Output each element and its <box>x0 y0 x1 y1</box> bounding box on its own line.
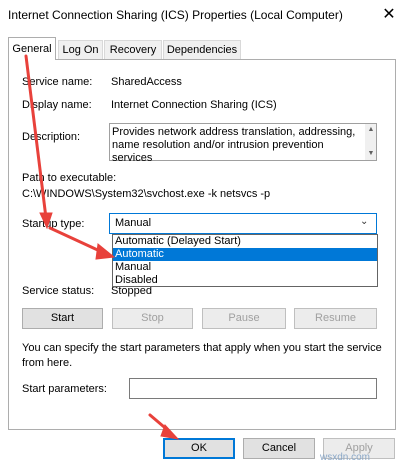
startup-type-value: Manual <box>115 217 152 229</box>
tab-dependencies[interactable]: Dependencies <box>163 40 241 59</box>
path-label: Path to executable: <box>22 172 117 184</box>
stop-button[interactable]: Stop <box>112 308 193 329</box>
display-name-value: Internet Connection Sharing (ICS) <box>111 99 277 111</box>
tab-general[interactable]: General <box>8 37 56 60</box>
scroll-down-icon[interactable]: ▼ <box>367 150 375 158</box>
tab-log-on[interactable]: Log On <box>58 40 103 59</box>
description-value: Provides network address translation, ad… <box>112 126 356 164</box>
option-manual[interactable]: Manual <box>113 261 377 274</box>
scroll-up-icon[interactable]: ▲ <box>367 126 375 134</box>
service-name-label: Service name: <box>22 76 93 88</box>
tab-recovery[interactable]: Recovery <box>104 40 162 59</box>
ok-button[interactable]: OK <box>163 438 235 459</box>
pause-button[interactable]: Pause <box>202 308 286 329</box>
start-button[interactable]: Start <box>22 308 103 329</box>
cancel-button[interactable]: Cancel <box>243 438 315 459</box>
startup-type-label: Startup type: <box>22 218 85 230</box>
chevron-down-icon[interactable]: ⌄ <box>360 216 368 227</box>
description-label: Description: <box>22 131 81 143</box>
start-params-label: Start parameters: <box>22 383 107 395</box>
title-bar: Internet Connection Sharing (ICS) Proper… <box>0 0 404 30</box>
option-automatic[interactable]: Automatic <box>113 248 377 261</box>
path-value: C:\WINDOWS\System32\svchost.exe -k netsv… <box>22 188 271 200</box>
watermark: wsxdn.com <box>320 452 371 463</box>
start-params-help: You can specify the start parameters tha… <box>22 342 382 369</box>
start-params-input[interactable] <box>129 378 377 399</box>
window-title: Internet Connection Sharing (ICS) Proper… <box>8 8 343 22</box>
service-status-label: Service status: <box>22 285 95 297</box>
option-automatic-delayed[interactable]: Automatic (Delayed Start) <box>113 235 377 248</box>
service-name-value: SharedAccess <box>111 76 182 88</box>
close-icon[interactable]: ✕ <box>379 5 399 25</box>
resume-button[interactable]: Resume <box>294 308 377 329</box>
display-name-label: Display name: <box>22 99 92 111</box>
startup-type-dropdown: Automatic (Delayed Start) Automatic Manu… <box>112 234 378 287</box>
option-disabled[interactable]: Disabled <box>113 274 377 287</box>
